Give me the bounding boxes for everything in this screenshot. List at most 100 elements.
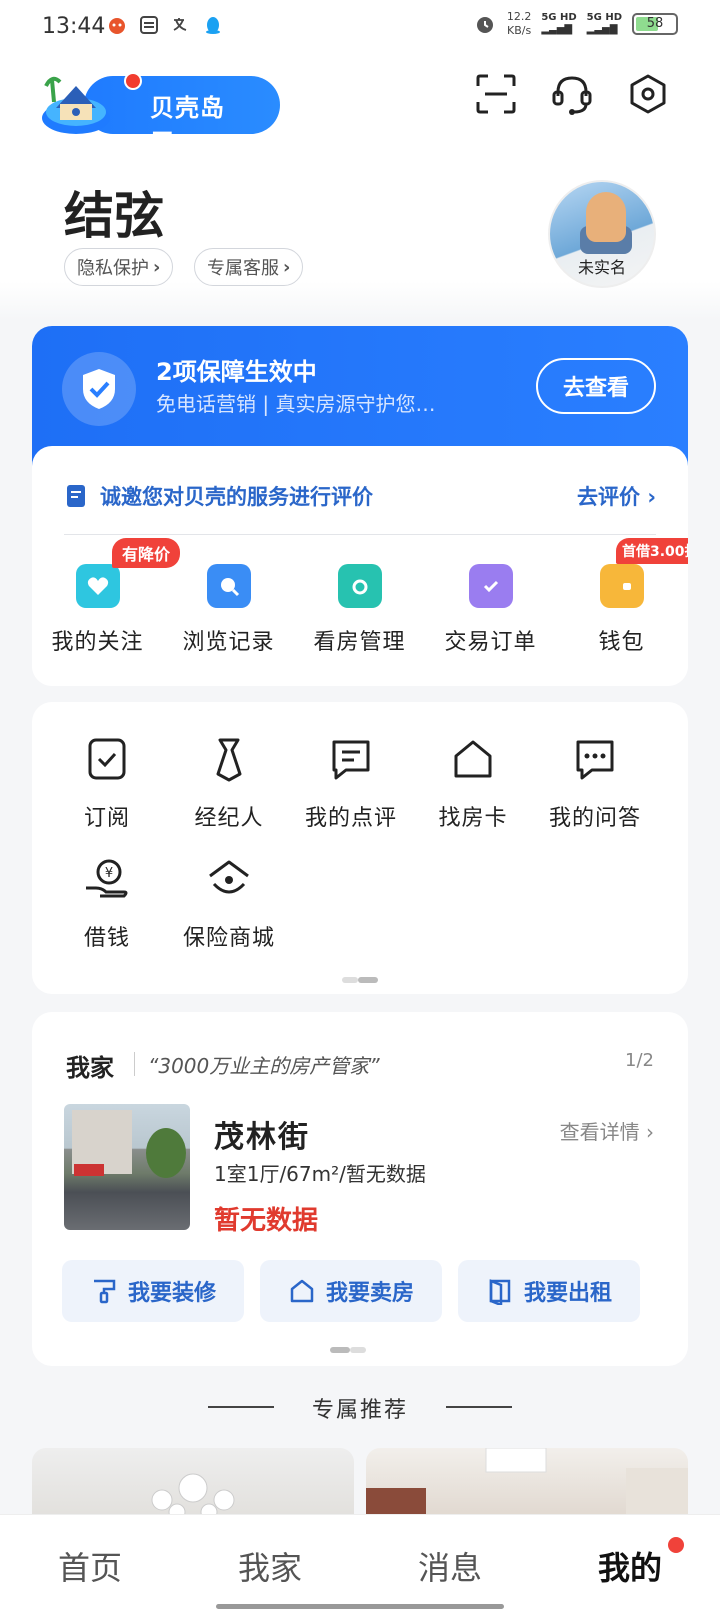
rent-out-button[interactable]: 我要出租 (458, 1260, 640, 1322)
quick-action-label: 我的关注 (51, 630, 144, 655)
rent-out-label: 我要出租 (523, 1281, 612, 1306)
brand-notification-dot (124, 72, 142, 90)
privacy-protection-chip[interactable]: 隐私保护 › (64, 248, 174, 286)
network-speed-unit: KB/s (506, 24, 532, 37)
folder-icon (337, 564, 382, 608)
nav-mine[interactable]: 我的 (598, 1543, 662, 1589)
search-icon (206, 564, 251, 608)
card-notification-icon (138, 14, 160, 36)
my-home-card: 我家 “3000万业主的房产管家” 1/2 茂林街 查看详情 › 1室1厅/67… (32, 1012, 688, 1366)
tool-subscribe[interactable]: 订阅 (42, 734, 172, 832)
chevron-right-icon: › (283, 256, 291, 278)
subscribe-icon (82, 734, 132, 784)
guarantee-subtitle: 免电话营销 | 真实房源守护您… (156, 392, 436, 416)
tool-label: 保险商城 (182, 926, 275, 951)
property-photo[interactable] (64, 1104, 190, 1230)
agent-icon (204, 734, 254, 784)
svg-text:¥: ¥ (105, 866, 113, 881)
section-line-right (446, 1406, 512, 1408)
chip-label: 隐私保护 (77, 258, 149, 279)
alarm-icon (476, 17, 493, 33)
loan-icon: ¥ (82, 854, 132, 904)
evaluation-banner[interactable]: 诚邀您对贝壳的服务进行评价 去评价 › (64, 476, 656, 516)
network-speed: 12.2 KB/s (507, 10, 532, 38)
sell-house-button[interactable]: 我要卖房 (260, 1260, 442, 1322)
wallet-icon (599, 564, 644, 608)
tool-my-reviews[interactable]: 我的点评 (286, 734, 416, 832)
status-time: 13:44 (42, 14, 106, 39)
quick-action-label: 看房管理 (313, 630, 406, 655)
quick-action-following[interactable]: 我的关注 有降价 (32, 538, 181, 656)
network-speed-value: 12.2 (506, 10, 532, 23)
go-evaluate-link[interactable]: 去评价 › (577, 481, 656, 511)
view-details-label: 查看详情 (559, 1120, 640, 1144)
tool-label: 我的点评 (304, 806, 397, 831)
shield-icon (62, 352, 136, 426)
translate-notification-icon (170, 14, 192, 36)
home-indicator[interactable] (216, 1604, 504, 1609)
guarantee-banner[interactable]: 2项保障生效中 免电话营销 | 真实房源守护您… 去查看 (32, 326, 688, 466)
house-icon (290, 1279, 314, 1303)
view-guarantee-button[interactable]: 去查看 (536, 358, 656, 414)
my-home-slogan: “3000万业主的房产管家” (148, 1054, 380, 1078)
tool-label: 找房卡 (438, 806, 508, 831)
quick-action-label: 交易订单 (444, 630, 537, 655)
quick-action-orders[interactable]: 交易订单 (425, 554, 556, 656)
insurance-icon (204, 854, 254, 904)
customer-service-icon[interactable] (550, 72, 594, 116)
signal-1: 5G HD ▂▃▅▇ (541, 12, 576, 36)
sell-house-label: 我要卖房 (325, 1281, 414, 1306)
property-spec: 1室1厅/67m²/暂无数据 (214, 1162, 426, 1186)
status-bar: 13:44 12.2 KB/s 5G HD ▂▃▅▇ 5G HD ▂▃▅▇ 58 (0, 0, 720, 56)
signal-bars-icon: ▂▃▅▇ (586, 24, 618, 35)
loan-discount-badge: 首借3.00折 (616, 538, 688, 564)
signal-2: 5G HD ▂▃▅▇ (587, 12, 622, 36)
exclusive-service-chip[interactable]: 专属客服 › (194, 248, 304, 286)
brand-logo-button[interactable]: 贝壳岛屋 (38, 66, 280, 157)
chip-label: 专属客服 (207, 258, 279, 279)
scan-icon[interactable] (474, 72, 518, 116)
tools-card: 订阅 经纪人 我的点评 找房卡 我的问答 ¥ 借钱 保险商城 (32, 702, 688, 994)
tool-label: 经纪人 (194, 806, 264, 831)
heart-icon (75, 564, 120, 608)
evaluation-text: 诚邀您对贝壳的服务进行评价 (100, 485, 373, 509)
tool-label: 我的问答 (548, 806, 641, 831)
tool-house-card[interactable]: 找房卡 (408, 734, 538, 832)
tool-insurance[interactable]: 保险商城 (164, 854, 294, 952)
brand-name: 贝壳岛屋 (150, 94, 225, 157)
view-details-link[interactable]: 查看详情 › (560, 1116, 654, 1145)
tools-page-indicator (342, 968, 382, 983)
battery-icon: 58 (632, 13, 678, 35)
services-panel: 诚邀您对贝壳的服务进行评价 去评价 › 我的关注 有降价 浏览记录 看房管理 交… (32, 446, 688, 686)
avatar-figure-head (586, 192, 626, 242)
nav-messages[interactable]: 消息 (418, 1543, 482, 1589)
status-right-icons: 12.2 KB/s 5G HD ▂▃▅▇ 5G HD ▂▃▅▇ 58 (473, 10, 678, 38)
island-house-icon (42, 76, 110, 134)
nav-home[interactable]: 首页 (58, 1543, 122, 1589)
property-name[interactable]: 茂林街 (214, 1112, 310, 1156)
title-separator (134, 1052, 135, 1076)
avatar[interactable]: 未实名 (548, 180, 656, 288)
renovate-button[interactable]: 我要装修 (62, 1260, 244, 1322)
document-edit-icon (67, 485, 85, 507)
nav-my-home[interactable]: 我家 (238, 1543, 302, 1589)
guarantee-title: 2项保障生效中 (156, 358, 317, 386)
app-notification-icon (106, 14, 128, 36)
my-home-title: 我家 (66, 1054, 114, 1082)
tool-agent[interactable]: 经纪人 (164, 734, 294, 832)
username: 结弦 (64, 187, 164, 245)
quick-action-history[interactable]: 浏览记录 (163, 554, 294, 656)
qq-notification-icon (202, 14, 224, 36)
qa-icon (570, 734, 620, 784)
battery-level: 58 (646, 16, 664, 31)
settings-icon[interactable] (626, 72, 670, 116)
tool-loan[interactable]: ¥ 借钱 (42, 854, 172, 952)
verification-status: 未实名 (577, 258, 626, 277)
quick-action-wallet[interactable]: 钱包 首借3.00折 (556, 538, 688, 656)
home-page-indicator (330, 1338, 370, 1353)
tool-my-qa[interactable]: 我的问答 (530, 734, 660, 832)
go-evaluate-label: 去评价 (577, 485, 641, 509)
quick-action-viewing[interactable]: 看房管理 (294, 554, 425, 656)
recommend-title: 专属推荐 (311, 1398, 408, 1423)
quick-action-label: 钱包 (598, 630, 645, 655)
